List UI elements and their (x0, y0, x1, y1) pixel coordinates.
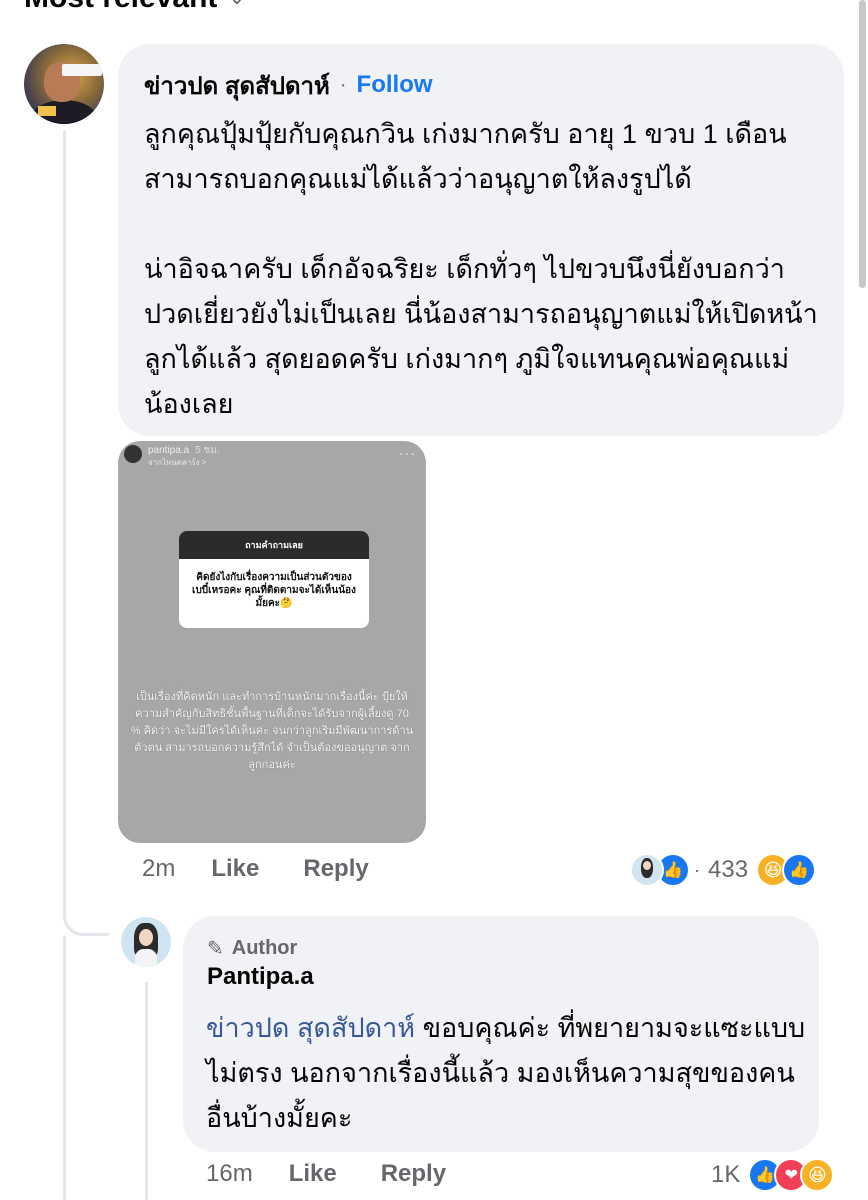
author-badge: ✎ Author (207, 934, 297, 962)
more-icon: ··· (399, 445, 416, 461)
thread-line-curve (63, 908, 109, 936)
story-caption: เป็นเรื่องที่คิดหนัก และทำการบ้านหนักมาก… (130, 691, 414, 771)
reaction-count: 1K (711, 1161, 741, 1188)
like-button[interactable]: Like (211, 855, 259, 883)
avatar-face (139, 929, 153, 946)
sort-dropdown[interactable]: Most relevant ⌄ (24, 0, 244, 18)
reaction-summary[interactable]: 👍 · 433 😆 👍 (630, 850, 817, 890)
thread-line-reply (145, 982, 148, 1200)
separator-dot: · (694, 859, 700, 880)
comment-header: ข่าวปด สุดสัปดาห์ · Follow (144, 68, 433, 102)
avatar-tag (62, 64, 102, 76)
pen-icon: ✎ (207, 937, 224, 960)
thread-line-lower (63, 936, 66, 1200)
story-header: pantipa.a 5 ชม. จากไหนตลาร์ง > (118, 441, 426, 475)
scrollbar[interactable] (859, 0, 866, 288)
story-avatar (124, 445, 142, 463)
story-subline: จากไหนตลาร์ง > (148, 458, 207, 467)
mention-link[interactable]: ข่าวปด สุดสัปดาห์ (206, 1013, 415, 1043)
sort-label: Most relevant (24, 0, 217, 15)
like-button[interactable]: Like (289, 1160, 337, 1188)
story-meta: pantipa.a 5 ชม. จากไหนตลาร์ง > (148, 445, 220, 469)
comment-text: ลูกคุณปุ้มปุ้ยกับคุณกวิน เก่งมากครับ อาย… (144, 112, 834, 427)
avatar[interactable] (24, 44, 104, 124)
author-badge-label: Author (231, 936, 298, 959)
comment-actions: 2m Like Reply (142, 851, 413, 887)
like-icon: 👍 (782, 853, 817, 887)
question-header: ถามคำถามเลย (179, 531, 369, 559)
comment-paragraph: น่าอิจฉาครับ เด็กอัจฉริยะ เด็กทั่วๆ ไปขว… (144, 254, 818, 419)
reply-timestamp[interactable]: 16m (206, 1160, 253, 1188)
reply-button[interactable]: Reply (303, 855, 368, 883)
avatar-dress (135, 949, 157, 967)
comment-image-attachment[interactable]: pantipa.a 5 ชม. จากไหนตลาร์ง > ··· ถามคำถ… (118, 441, 426, 843)
haha-icon: 😆 (800, 1158, 835, 1192)
follow-button[interactable]: Follow (357, 71, 433, 99)
avatar-tag-yellow (38, 106, 56, 116)
reactor-avatar-icon (630, 853, 664, 887)
chevron-down-icon: ⌄ (229, 0, 244, 9)
reaction-summary[interactable]: 1K 👍 ❤ 😆 (707, 1155, 835, 1195)
question-text: คิดยังไงกับเรื่องความเป็นส่วนตัวของเบบี๋… (192, 572, 356, 609)
story-username: pantipa.a (148, 445, 190, 456)
separator-dot: · (339, 73, 347, 96)
thread-line-main (63, 130, 66, 910)
reply-text: ข่าวปด สุดสัปดาห์ ขอบคุณค่ะ ที่พยายามจะแ… (206, 1006, 806, 1141)
reply-actions: 16m Like Reply (206, 1156, 490, 1192)
comment-paragraph: ลูกคุณปุ้มปุ้ยกับคุณกวิน เก่งมากครับ อาย… (144, 119, 787, 194)
question-sticker: ถามคำถามเลย คิดยังไงกับเรื่องความเป็นส่ว… (179, 531, 369, 628)
comment-author-name[interactable]: ข่าวปด สุดสัปดาห์ (144, 66, 330, 105)
reaction-count: 433 (708, 856, 749, 883)
avatar[interactable] (121, 917, 171, 967)
reply-author-name[interactable]: Pantipa.a (207, 963, 314, 991)
reply-button[interactable]: Reply (381, 1160, 446, 1188)
story-time: 5 ชม. (195, 445, 220, 456)
comment-timestamp[interactable]: 2m (142, 855, 175, 883)
